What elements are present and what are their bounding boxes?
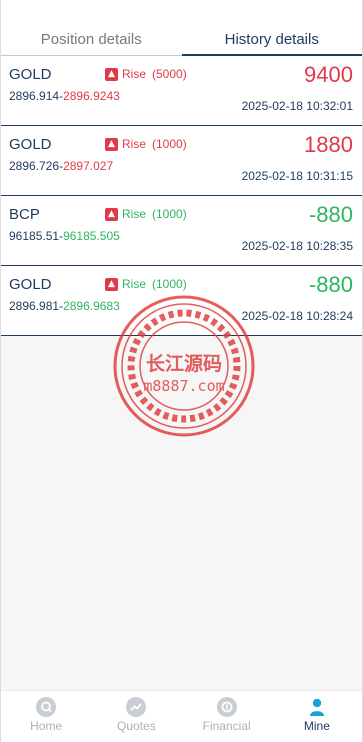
watermark-title: 长江源码 [146,352,222,375]
rise-arrow-icon: ▲ [105,137,118,151]
lot-label: (1000) [152,137,187,151]
list-item[interactable]: GOLD ▲ Rise (5000) 2896.914-2896.9243 94… [1,56,362,126]
list-item[interactable]: BCP ▲ Rise (1000) 96185.51-96185.505 -88… [1,196,362,266]
open-price: 2896.914 [9,89,60,103]
symbol-label: GOLD [9,136,52,153]
profit-amount: -880 [308,272,353,297]
price-range: 2896.914-2896.9243 [9,89,120,103]
profit-amount: -880 [308,202,353,227]
nav-quotes[interactable]: Quotes [91,691,181,742]
order-time: 2025-02-18 10:31:15 [241,169,353,183]
direction-label: Rise [122,137,147,151]
tab-bar: Position details History details [1,0,362,56]
close-price: 96185.505 [63,229,120,243]
direction-label: Rise [122,207,147,221]
rise-arrow-icon: ▲ [105,207,118,221]
open-price: 2896.981 [9,299,60,313]
lot-label: (1000) [152,277,187,291]
nav-financial-label: Financial [202,719,251,733]
nav-quotes-label: Quotes [117,719,156,733]
open-price: 96185.51 [9,229,60,243]
nav-home[interactable]: Home [1,691,91,742]
bottom-nav: Home Quotes Financial Mine [1,690,362,742]
profit-amount: 1880 [304,132,353,157]
price-range: 96185.51-96185.505 [9,229,120,243]
watermark-stamp: 长江源码 m8887.com [113,295,255,437]
symbol-label: GOLD [9,66,52,83]
lot-label: (5000) [152,67,187,81]
financial-icon [216,697,237,717]
watermark-site: m8887.com [143,377,224,395]
nav-home-label: Home [30,719,63,733]
order-time: 2025-02-18 10:28:35 [241,239,353,253]
nav-financial[interactable]: Financial [182,691,272,742]
price-range: 2896.981-2896.9683 [9,299,120,313]
direction-tag: ▲ Rise (1000) [105,137,187,151]
symbol-label: BCP [9,206,40,223]
quotes-icon [126,697,147,717]
rise-arrow-icon: ▲ [105,67,118,81]
rise-arrow-icon: ▲ [105,277,118,291]
tab-position-details[interactable]: Position details [1,0,182,56]
mine-icon [307,697,327,717]
nav-mine-label: Mine [303,719,330,733]
direction-label: Rise [122,67,147,81]
home-icon [36,697,57,717]
price-range: 2896.726-2897.027 [9,159,114,173]
close-price: 2896.9243 [63,89,120,103]
symbol-label: GOLD [9,276,52,293]
direction-tag: ▲ Rise (1000) [105,207,187,221]
list-item[interactable]: GOLD ▲ Rise (1000) 2896.726-2897.027 188… [1,126,362,196]
direction-tag: ▲ Rise (1000) [105,277,187,291]
open-price: 2896.726 [9,159,60,173]
direction-tag: ▲ Rise (5000) [105,67,187,81]
nav-mine[interactable]: Mine [272,691,362,742]
order-time: 2025-02-18 10:28:24 [241,309,353,323]
direction-label: Rise [122,277,147,291]
profit-amount: 9400 [304,62,353,87]
tab-history-details[interactable]: History details [181,0,362,56]
lot-label: (1000) [152,207,187,221]
close-price: 2897.027 [63,159,114,173]
order-time: 2025-02-18 10:32:01 [241,99,353,113]
